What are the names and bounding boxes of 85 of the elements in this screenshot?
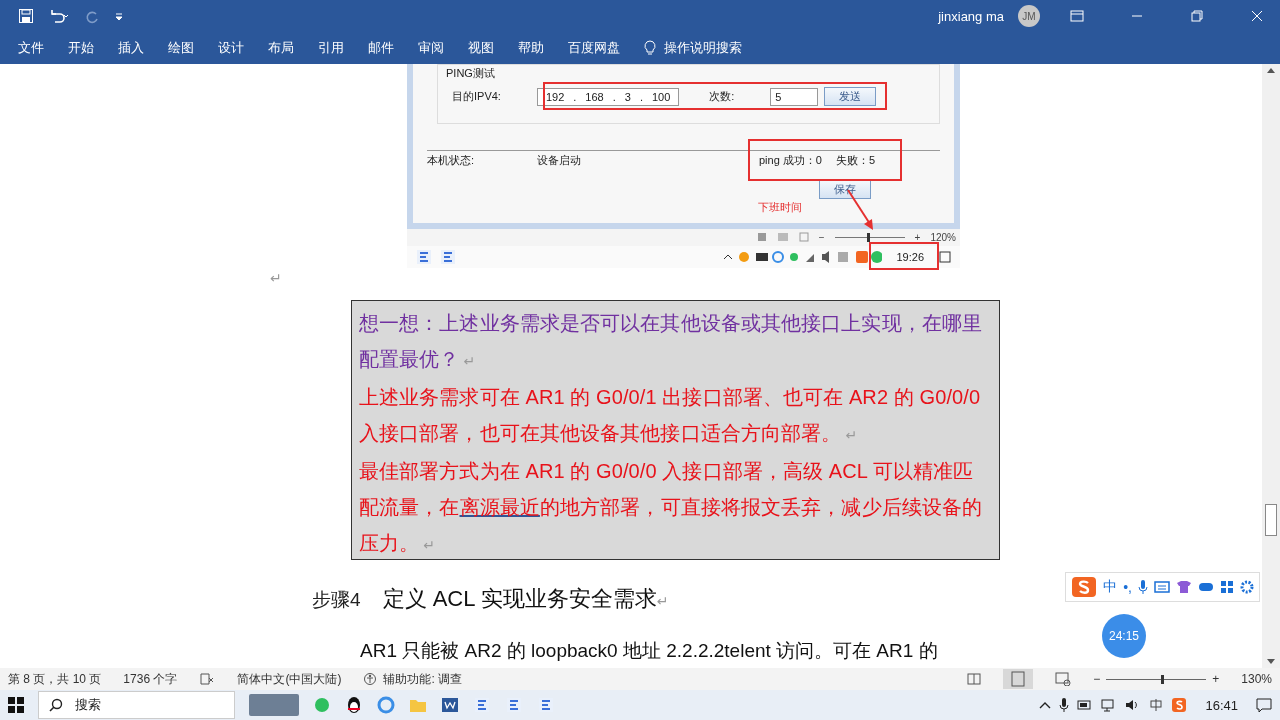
close-icon [1251, 10, 1263, 22]
accessibility-icon[interactable] [363, 672, 378, 686]
ip-address-field[interactable]: 192 . 168 . 3 . 100 [536, 87, 680, 106]
word-icon[interactable] [441, 696, 459, 714]
grid-icon[interactable] [1220, 580, 1234, 594]
callout-paragraph: 想一想：上述业务需求是否可以在其他设备或其他接口上实现，在哪里配置最优？ ↵ [359, 311, 984, 372]
notification-icon[interactable] [938, 249, 952, 264]
notification-icon[interactable] [1256, 697, 1272, 713]
sogou-logo-icon[interactable] [1171, 697, 1188, 713]
battery-icon[interactable] [1077, 699, 1094, 711]
step-label: 步骤4 [312, 588, 361, 612]
zoom-out-button[interactable]: − [818, 231, 825, 243]
send-button[interactable]: 发送 [824, 87, 877, 106]
photo-placeholder [249, 694, 299, 716]
ribbon-tab[interactable]: 设计 [206, 34, 256, 62]
web-layout-icon[interactable] [1055, 672, 1072, 686]
zoom-level[interactable]: 130% [1241, 672, 1272, 686]
ping-fail: 失败：5 [836, 153, 876, 168]
search-icon [49, 698, 63, 712]
scrollbar-thumb[interactable] [1265, 504, 1277, 536]
app-icon[interactable] [415, 247, 433, 266]
proofing-icon[interactable] [199, 672, 216, 686]
language-status[interactable]: 简体中文(中国大陆) [237, 670, 342, 688]
ribbon-display-icon [1070, 10, 1084, 22]
count-field[interactable]: 5 [770, 87, 819, 106]
ribbon-tab[interactable]: 审阅 [406, 34, 456, 62]
read-mode-icon[interactable] [756, 232, 767, 243]
read-mode-icon[interactable] [967, 672, 982, 686]
ribbon-tab[interactable]: 帮助 [506, 34, 556, 62]
chevron-up-icon[interactable] [1039, 700, 1052, 710]
lightbulb-icon[interactable] [644, 40, 656, 56]
save-icon[interactable] [18, 8, 34, 24]
browser-icon[interactable] [377, 696, 395, 714]
scroll-up-icon[interactable] [1266, 66, 1276, 74]
ribbon-tab[interactable]: 邮件 [356, 34, 406, 62]
taskbar-clock[interactable]: 16:41 [1195, 697, 1248, 713]
ime-toolbar-item[interactable]: 中 [1103, 578, 1118, 596]
ribbon-tab[interactable]: 开始 [56, 34, 106, 62]
group-title: PING测试 [446, 66, 496, 81]
callout-paragraph: 上述业务需求可在 AR1 的 G0/0/1 出接口部署、也可在 AR2 的 G0/0/0 入接口部署，也可在其他设备其他接口适合方向部署。 ↵ [359, 385, 982, 446]
ribbon-tab[interactable]: 插入 [106, 34, 156, 62]
ip-label: 目的IPV4: [452, 89, 501, 104]
user-avatar[interactable]: JM [1018, 5, 1040, 27]
ribbon-tab[interactable]: 百度网盘 [556, 34, 632, 62]
app-icon[interactable] [439, 247, 457, 266]
sogou-logo-icon[interactable] [1071, 576, 1098, 598]
penguin-icon[interactable] [345, 696, 363, 714]
word-count[interactable]: 1736 个字 [123, 670, 178, 688]
paragraph-mark: ↵ [270, 270, 282, 286]
print-layout-icon[interactable] [1003, 669, 1034, 689]
user-name: jinxiang ma [938, 8, 1004, 24]
ribbon-tab[interactable]: 布局 [256, 34, 306, 62]
windows-logo-icon[interactable] [8, 697, 24, 713]
microphone-icon[interactable] [1059, 697, 1070, 713]
ribbon-tab[interactable]: 视图 [456, 34, 506, 62]
ping-success: ping 成功：0 [759, 153, 822, 168]
zoom-out-button[interactable]: − [1093, 672, 1101, 686]
input-method-icon[interactable] [1149, 698, 1164, 712]
accessibility-status[interactable]: 辅助功能: 调查 [383, 670, 463, 688]
annotation-text: 下班时间 [758, 200, 802, 215]
status-label: 本机状态: [427, 153, 476, 168]
scroll-down-icon[interactable] [1266, 658, 1276, 666]
highlight-frame [869, 242, 939, 270]
keyboard-icon[interactable] [1154, 580, 1170, 594]
ribbon-tab[interactable]: 绘图 [156, 34, 206, 62]
undo-icon[interactable] [48, 8, 70, 24]
zoom-level: 120% [930, 231, 956, 243]
callout-paragraph: 最佳部署方式为在 AR1 的 G0/0/0 入接口部署，高级 ACL 可以精准匹配流量，在离源最近的地方部署，可直接将报文丢弃，减少后续设备的压力。 ↵ [359, 459, 984, 556]
zoom-in-button[interactable]: + [914, 231, 921, 243]
status-value: 设备启动 [537, 153, 582, 168]
timer-badge: 24:15 [1102, 614, 1146, 658]
tell-me-search[interactable]: 操作说明搜索 [664, 39, 742, 57]
zoom-in-button[interactable]: + [1212, 672, 1220, 686]
count-label: 次数: [709, 89, 735, 104]
search-field[interactable]: 搜索 [38, 691, 235, 719]
ime-toolbar-item[interactable]: •, [1123, 579, 1132, 595]
page-count[interactable]: 第 8 页，共 10 页 [8, 670, 102, 688]
body-text: AR1 只能被 AR2 的 loopback0 地址 2.2.2.2telent 访问。可在 AR1 的 [360, 639, 938, 663]
ribbon-tab[interactable]: 引用 [306, 34, 356, 62]
ribbon-tab[interactable]: 文件 [6, 34, 56, 62]
settings-icon[interactable] [1240, 580, 1254, 594]
clock: 19:26 [895, 250, 925, 263]
section-heading: 定义 ACL 实现业务安全需求↵ [382, 585, 669, 613]
restore-icon [1191, 10, 1203, 22]
shirt-icon[interactable] [1176, 580, 1192, 594]
